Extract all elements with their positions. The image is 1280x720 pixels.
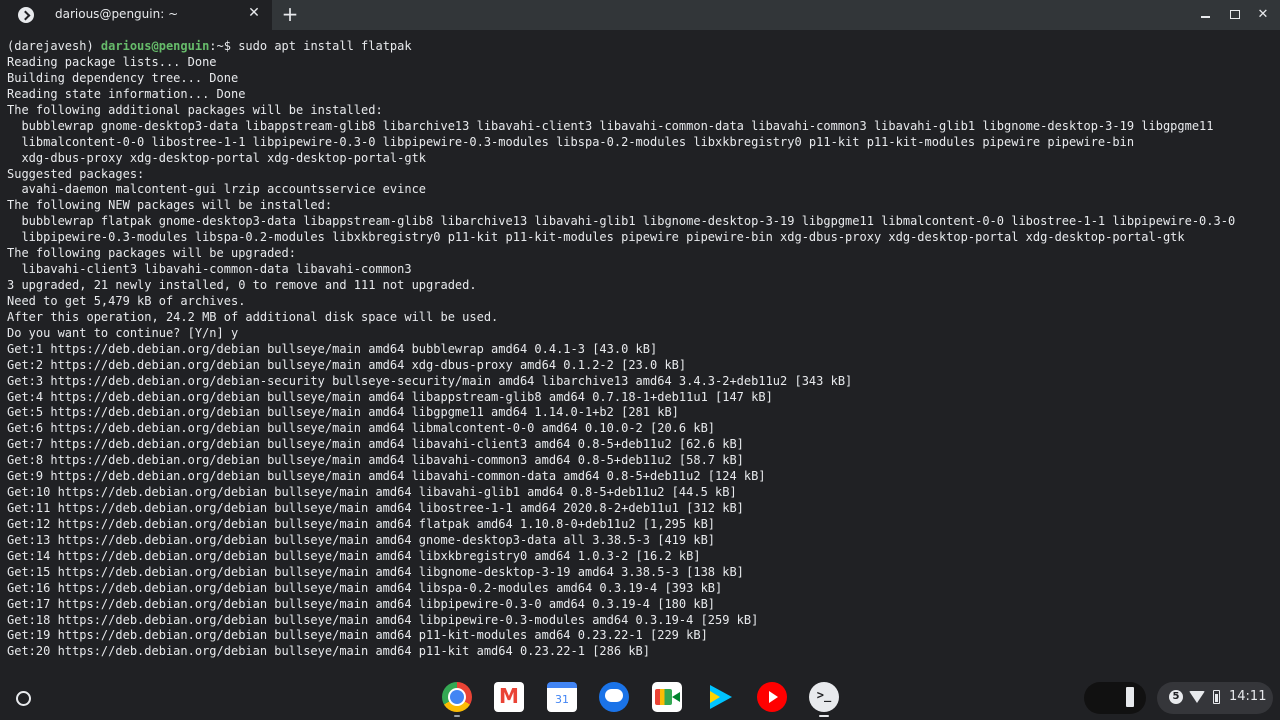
- terminal-line: Get:5 https://deb.debian.org/debian bull…: [7, 405, 679, 420]
- terminal-line: Get:6 https://deb.debian.org/debian bull…: [7, 421, 716, 436]
- minimize-icon: [1200, 16, 1210, 18]
- terminal-line: The following NEW packages will be insta…: [7, 198, 333, 213]
- maximize-icon: [1230, 10, 1240, 19]
- tab-close-icon[interactable]: ✕: [246, 5, 262, 21]
- terminal-prompt-line: (darejavesh) darious@penguin:~$ sudo apt…: [7, 38, 412, 54]
- terminal-line: Get:15 https://deb.debian.org/debian bul…: [7, 564, 744, 579]
- terminal-line: Get:3 https://deb.debian.org/debian-secu…: [7, 373, 853, 388]
- terminal-active-indicator: [819, 715, 829, 717]
- terminal-line: Get:20 https://deb.debian.org/debian bul…: [7, 644, 650, 659]
- gmail-app-icon[interactable]: [494, 682, 524, 712]
- terminal-line: Get:2 https://deb.debian.org/debian bull…: [7, 357, 687, 372]
- terminal-line: Get:10 https://deb.debian.org/debian bul…: [7, 485, 737, 500]
- terminal-line: Do you want to continue? [Y/n] y: [7, 325, 239, 340]
- battery-icon: [1213, 690, 1220, 704]
- terminal-line: Get:13 https://deb.debian.org/debian bul…: [7, 532, 716, 547]
- chrome-app-icon[interactable]: [442, 682, 472, 712]
- tray-holding-space[interactable]: [1084, 682, 1146, 714]
- minimize-button[interactable]: [1195, 6, 1215, 24]
- terminal-line: avahi-daemon malcontent-gui lrzip accoun…: [7, 182, 427, 197]
- close-window-button[interactable]: ✕: [1253, 6, 1273, 24]
- terminal-output[interactable]: (darejavesh) darious@penguin:~$ sudo apt…: [0, 30, 1280, 674]
- terminal-line: Get:1 https://deb.debian.org/debian bull…: [7, 341, 658, 356]
- terminal-line: 3 upgraded, 21 newly installed, 0 to rem…: [7, 278, 477, 293]
- terminal-line: After this operation, 24.2 MB of additio…: [7, 309, 499, 324]
- terminal-line: The following packages will be upgraded:: [7, 246, 296, 261]
- terminal-tab[interactable]: darious@penguin: ~ ✕: [0, 0, 272, 30]
- play-store-app-icon[interactable]: [704, 682, 734, 712]
- terminal-line: bubblewrap flatpak gnome-desktop3-data l…: [7, 214, 1236, 229]
- meet-app-icon[interactable]: [652, 682, 682, 712]
- tab-title: darious@penguin: ~: [55, 7, 179, 21]
- new-tab-button[interactable]: +: [281, 4, 299, 24]
- youtube-app-icon[interactable]: [757, 682, 787, 712]
- terminal-line: libpipewire-0.3-modules libspa-0.2-modul…: [7, 230, 1185, 245]
- clock: 14:11: [1229, 689, 1267, 704]
- terminal-line: Get:16 https://deb.debian.org/debian bul…: [7, 580, 723, 595]
- terminal-line: Get:18 https://deb.debian.org/debian bul…: [7, 612, 759, 627]
- terminal-line: Reading package lists... Done: [7, 55, 217, 69]
- terminal-line: xdg-dbus-proxy xdg-desktop-portal xdg-de…: [7, 150, 427, 165]
- terminal-line: Reading state information... Done: [7, 86, 246, 101]
- terminal-line: bubblewrap gnome-desktop3-data libappstr…: [7, 118, 1214, 133]
- tray-item-icon: [1126, 687, 1134, 707]
- terminal-app-icon[interactable]: [809, 682, 839, 712]
- terminal-line: Get:12 https://deb.debian.org/debian bul…: [7, 516, 716, 531]
- terminal-line: Need to get 5,479 kB of archives.: [7, 293, 246, 308]
- terminal-line: The following additional packages will b…: [7, 102, 383, 117]
- messages-app-icon[interactable]: [599, 682, 629, 712]
- prompt-user: darious@penguin: [100, 39, 210, 53]
- prompt-env: (darejavesh): [7, 39, 101, 53]
- title-bar: darious@penguin: ~ ✕ + ✕: [0, 0, 1280, 30]
- terminal-line: libavahi-client3 libavahi-common-data li…: [7, 262, 412, 277]
- terminal-tab-icon: [18, 7, 34, 23]
- prompt-command: :~$ sudo apt install flatpak: [209, 39, 412, 53]
- terminal-line: Get:19 https://deb.debian.org/debian bul…: [7, 628, 708, 643]
- terminal-line: libmalcontent-0-0 libostree-1-1 libpipew…: [7, 134, 1135, 149]
- notification-count-badge[interactable]: 5: [1169, 690, 1183, 704]
- chrome-running-indicator: [454, 715, 460, 717]
- wifi-icon: [1189, 691, 1205, 703]
- terminal-line: Get:11 https://deb.debian.org/debian bul…: [7, 501, 744, 516]
- terminal-line: Get:14 https://deb.debian.org/debian bul…: [7, 548, 701, 563]
- terminal-line: Suggested packages:: [7, 166, 145, 181]
- terminal-line: Building dependency tree... Done: [7, 70, 239, 85]
- terminal-line: Get:9 https://deb.debian.org/debian bull…: [7, 469, 766, 484]
- launcher-button[interactable]: [8, 683, 38, 713]
- terminal-line: Get:17 https://deb.debian.org/debian bul…: [7, 596, 716, 611]
- terminal-line: Get:7 https://deb.debian.org/debian bull…: [7, 437, 744, 452]
- terminal-line: Get:8 https://deb.debian.org/debian bull…: [7, 453, 744, 468]
- terminal-line: Get:4 https://deb.debian.org/debian bull…: [7, 389, 773, 404]
- calendar-app-icon[interactable]: [547, 682, 577, 712]
- shelf: 5 14:11: [0, 674, 1280, 720]
- maximize-button[interactable]: [1225, 6, 1245, 24]
